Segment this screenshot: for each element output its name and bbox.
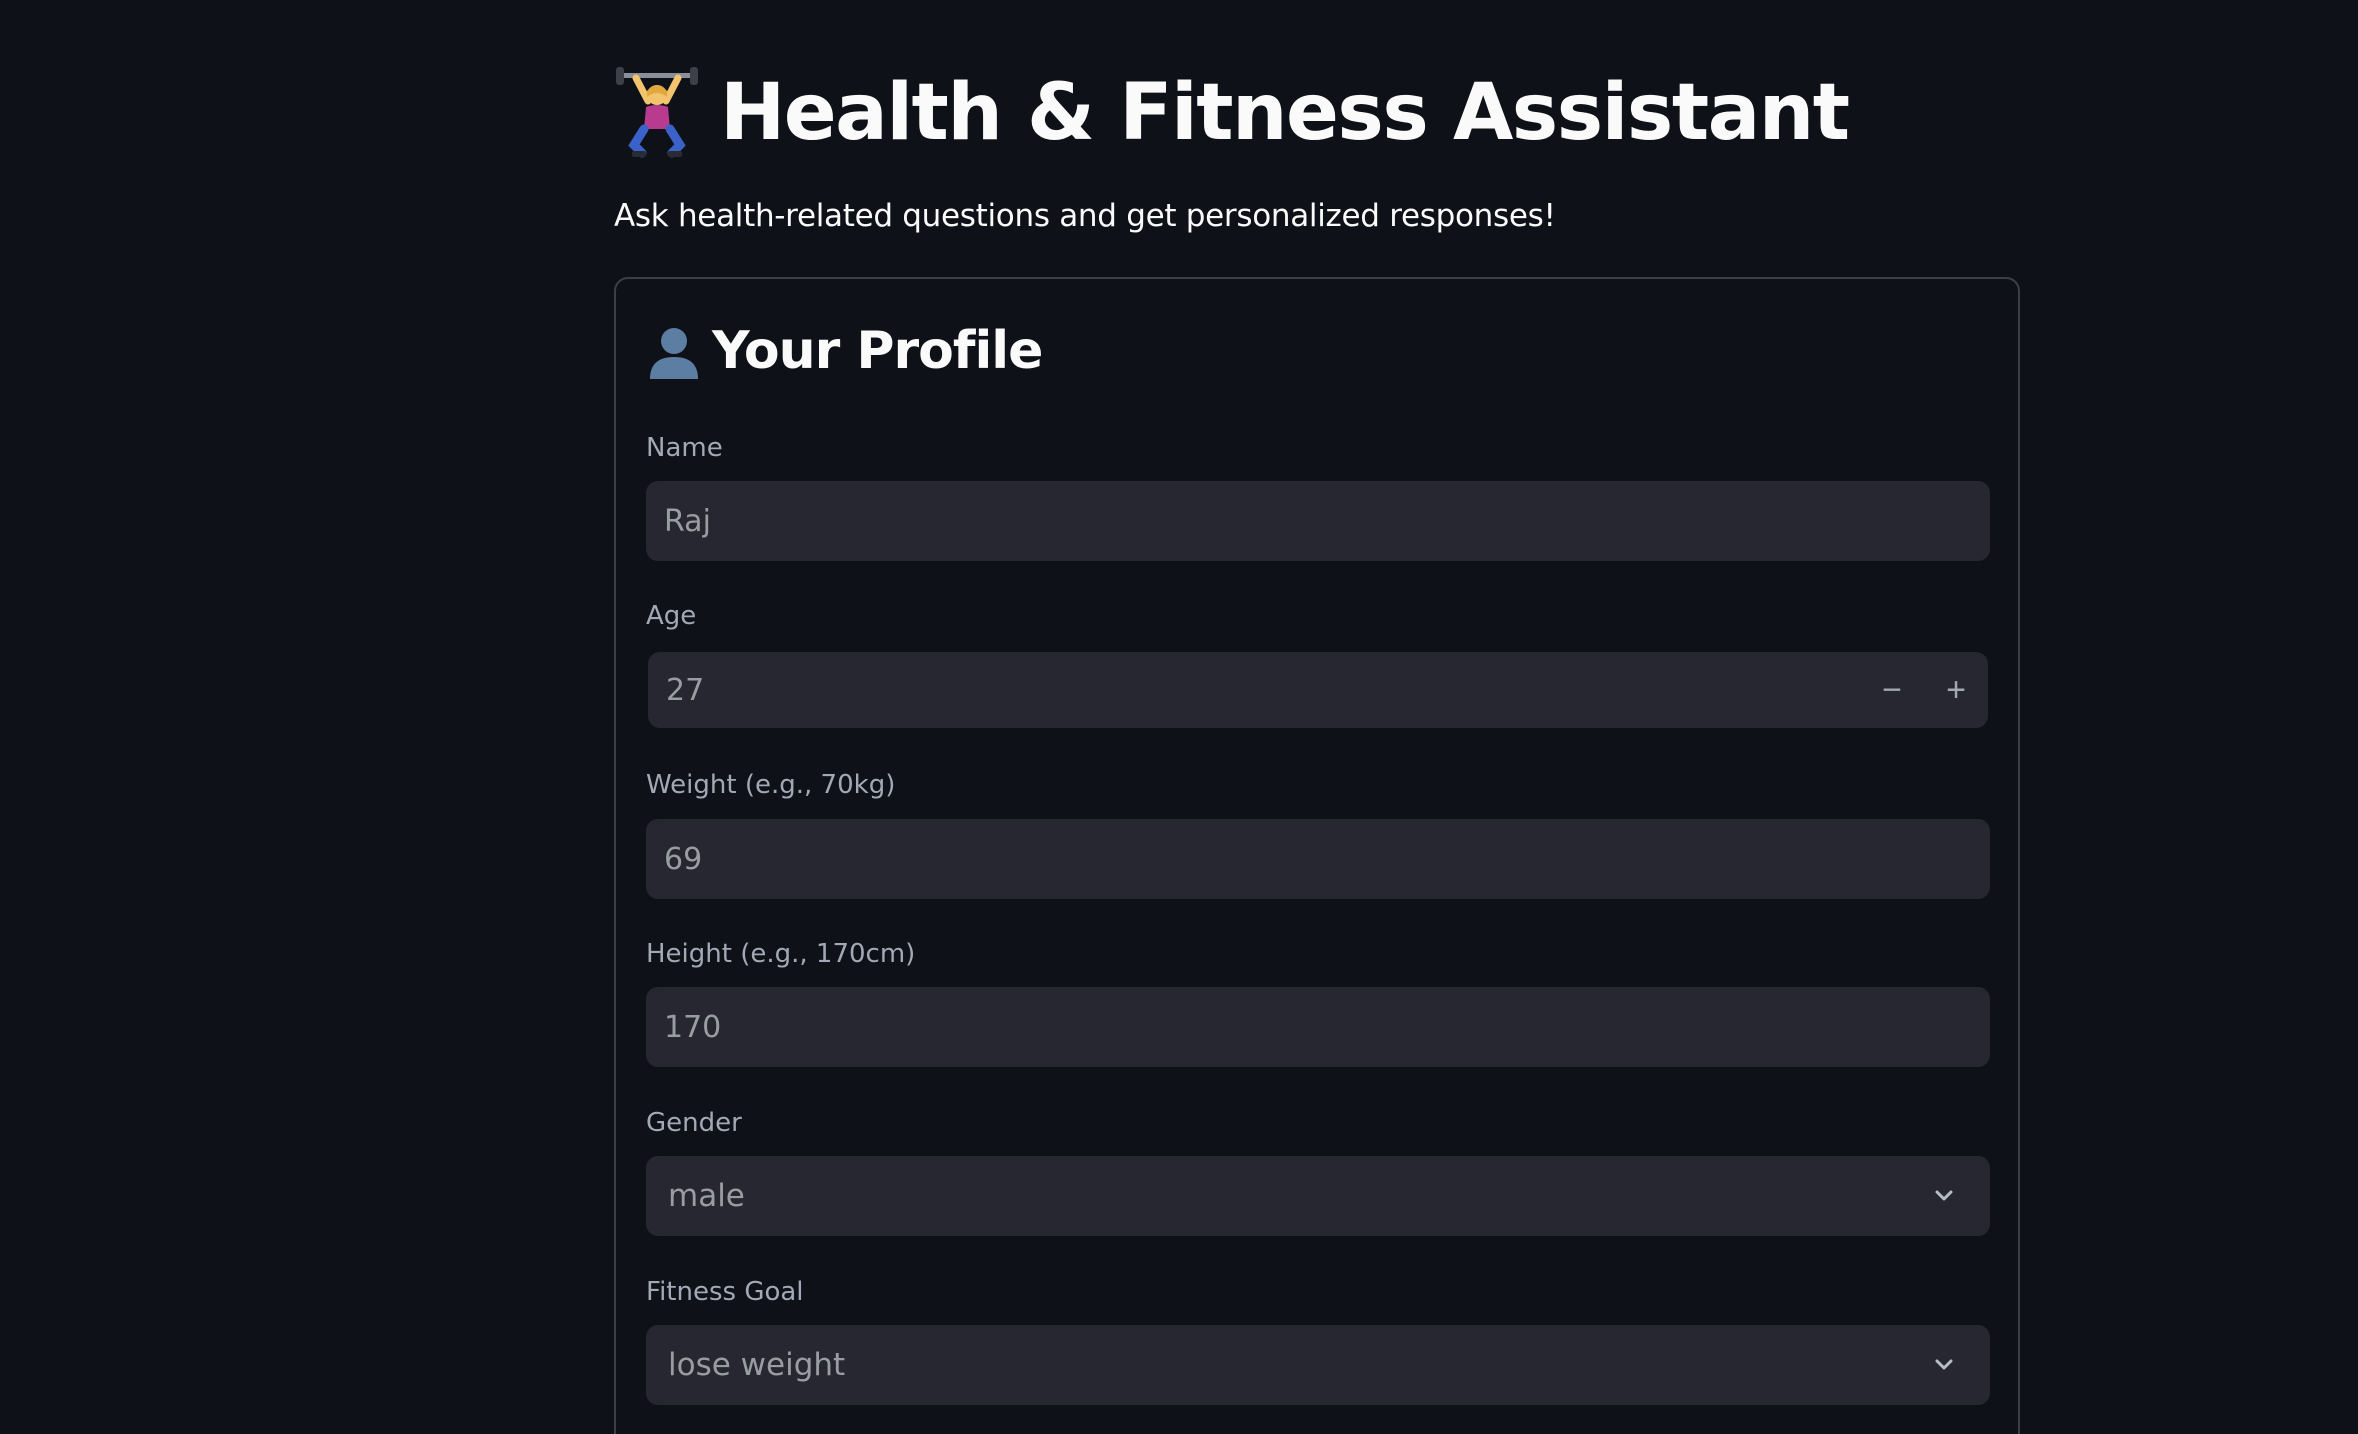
name-input[interactable] [646, 481, 1990, 561]
age-input[interactable] [648, 652, 1828, 728]
weightlifter-icon [616, 67, 698, 158]
profile-heading-text: Your Profile [712, 321, 1043, 381]
app-page: Health & Fitness Assistant Ask health-re… [0, 0, 2358, 1434]
age-decrement-button[interactable]: − [1860, 652, 1924, 728]
fitness-goal-selected-value: lose weight [668, 1347, 846, 1383]
age-field-box: − + [648, 652, 1988, 728]
weight-label: Weight (e.g., 70kg) [646, 770, 896, 800]
fitness-goal-label: Fitness Goal [646, 1277, 804, 1307]
bust-silhouette-icon [650, 328, 698, 379]
gender-selected-value: male [668, 1178, 745, 1214]
chevron-down-icon [1935, 1359, 1953, 1370]
title-row: Health & Fitness Assistant [614, 58, 1850, 168]
fitness-goal-select[interactable]: lose weight [646, 1325, 1990, 1405]
page-subtitle: Ask health-related questions and get per… [614, 198, 1556, 234]
weight-field-box [646, 819, 1990, 899]
age-label: Age [646, 601, 697, 631]
height-input[interactable] [646, 987, 1990, 1067]
height-label: Height (e.g., 170cm) [646, 939, 916, 969]
profile-heading: Your Profile [644, 321, 1043, 381]
profile-card: Your Profile Name Age − + Weight (e.g., … [614, 277, 2020, 1434]
chevron-down-icon [1935, 1190, 1953, 1201]
gender-select[interactable]: male [646, 1156, 1990, 1236]
age-increment-button[interactable]: + [1924, 652, 1988, 728]
name-label: Name [646, 433, 723, 463]
gender-label: Gender [646, 1108, 742, 1138]
height-field-box [646, 987, 1990, 1067]
name-field-box [646, 481, 1990, 561]
weight-input[interactable] [646, 819, 1990, 899]
page-title: Health & Fitness Assistant [720, 68, 1850, 158]
